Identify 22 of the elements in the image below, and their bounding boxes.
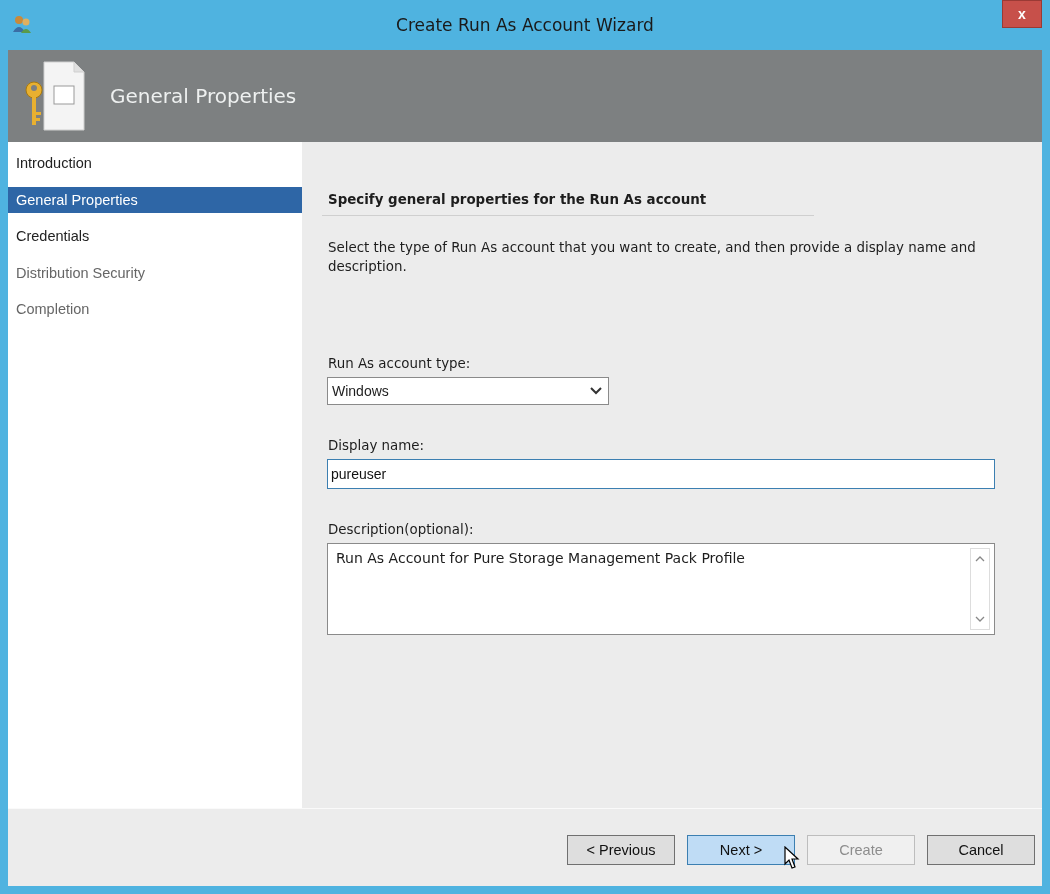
cursor-icon: [784, 846, 800, 870]
scroll-up-icon[interactable]: [975, 555, 985, 563]
window-title: Create Run As Account Wizard: [395, 15, 655, 35]
close-button[interactable]: x: [1002, 0, 1042, 28]
description-field[interactable]: Run As Account for Pure Storage Management Pack Profile: [327, 543, 995, 635]
account-type-dropdown[interactable]: Windows: [327, 377, 609, 405]
users-icon: [12, 14, 32, 34]
field-label: Description(optional):: [328, 522, 475, 537]
step-item[interactable]: Credentials: [8, 223, 302, 249]
scrollbar[interactable]: [970, 548, 990, 630]
display-name-field[interactable]: pureuser: [327, 459, 995, 489]
wizard-button[interactable]: < Previous: [567, 835, 675, 865]
chevron-down-icon: [590, 387, 602, 395]
wizard-button[interactable]: Cancel: [927, 835, 1035, 865]
field-label: Run As account type:: [328, 356, 472, 371]
step-item[interactable]: General Properties: [8, 186, 302, 213]
scroll-down-icon[interactable]: [975, 615, 985, 623]
page-title: General Properties: [110, 84, 297, 108]
section-heading: Specify general properties for the Run As account: [322, 192, 814, 216]
intro-text: Select the type of Run As account that you want to create, and then provide a display name and description.: [328, 239, 977, 276]
field-label: Display name:: [328, 438, 426, 453]
step-item[interactable]: Introduction: [8, 150, 302, 176]
